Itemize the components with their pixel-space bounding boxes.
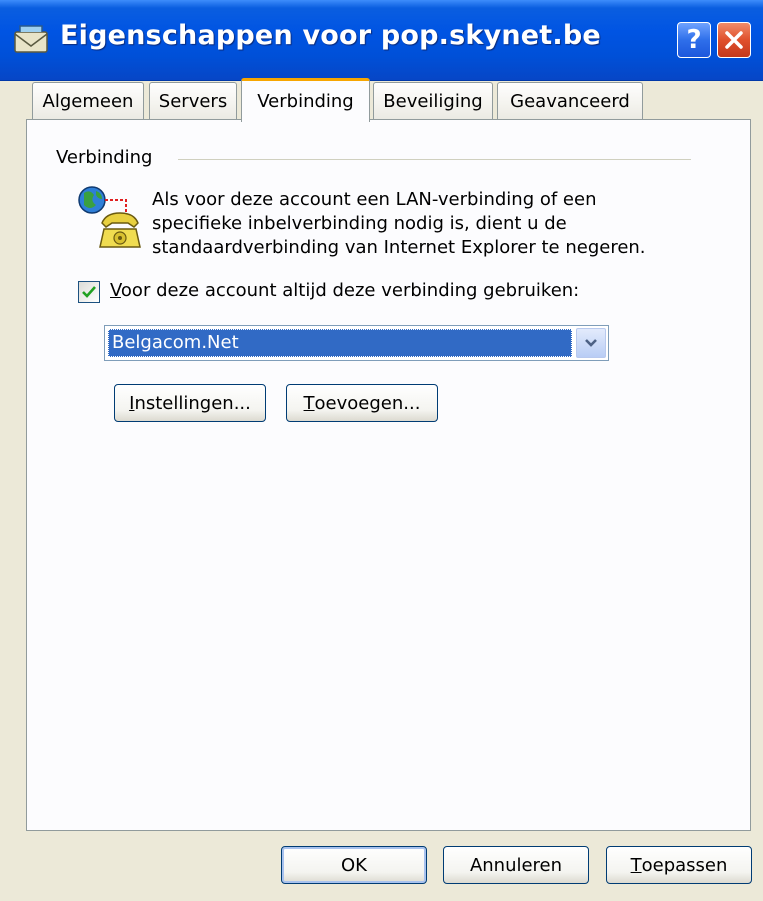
settings-label: nstellingen...	[134, 392, 251, 414]
cancel-button[interactable]: Annuleren	[443, 846, 589, 884]
add-button[interactable]: Toevoegen...	[286, 384, 438, 422]
always-use-connection-label[interactable]: Voor deze account altijd deze verbinding…	[110, 280, 579, 301]
apply-accelerator: T	[630, 854, 642, 876]
chevron-down-icon	[585, 339, 597, 347]
globe-phone-icon	[78, 186, 141, 248]
close-button[interactable]	[717, 22, 751, 58]
settings-button[interactable]: Instellingen...	[114, 384, 266, 422]
checkbox-label-text: oor deze account altijd deze verbinding …	[120, 280, 580, 301]
tab-verbinding[interactable]: Verbinding	[241, 78, 370, 122]
apply-label: oepassen	[641, 854, 728, 876]
add-accelerator: T	[303, 392, 315, 414]
tab-servers[interactable]: Servers	[149, 82, 237, 119]
window-title: Eigenschappen voor pop.skynet.be	[60, 20, 601, 51]
close-icon	[725, 31, 743, 49]
help-button[interactable]: ?	[677, 22, 711, 58]
tab-geavanceerd[interactable]: Geavanceerd	[497, 82, 643, 119]
dropdown-arrow-button[interactable]	[576, 328, 606, 358]
connection-dropdown-value: Belgacom.Net	[108, 329, 572, 357]
apply-button[interactable]: Toepassen	[606, 846, 752, 884]
checkbox-accelerator: V	[110, 280, 121, 301]
connection-group-label: Verbinding	[56, 147, 153, 168]
tab-algemeen[interactable]: Algemeen	[32, 82, 144, 119]
checkmark-icon	[82, 286, 96, 298]
connection-dropdown[interactable]: Belgacom.Net	[104, 325, 609, 361]
connection-description: Als voor deze account een LAN-verbinding…	[152, 189, 646, 258]
add-label: oevoegen...	[314, 392, 421, 414]
title-bar[interactable]: Eigenschappen voor pop.skynet.be ?	[0, 0, 763, 81]
tab-beveiliging[interactable]: Beveiliging	[373, 82, 493, 119]
ok-button[interactable]: OK	[281, 846, 427, 884]
always-use-connection-checkbox[interactable]	[78, 281, 100, 303]
group-divider	[178, 159, 691, 160]
mail-account-icon	[14, 25, 48, 53]
